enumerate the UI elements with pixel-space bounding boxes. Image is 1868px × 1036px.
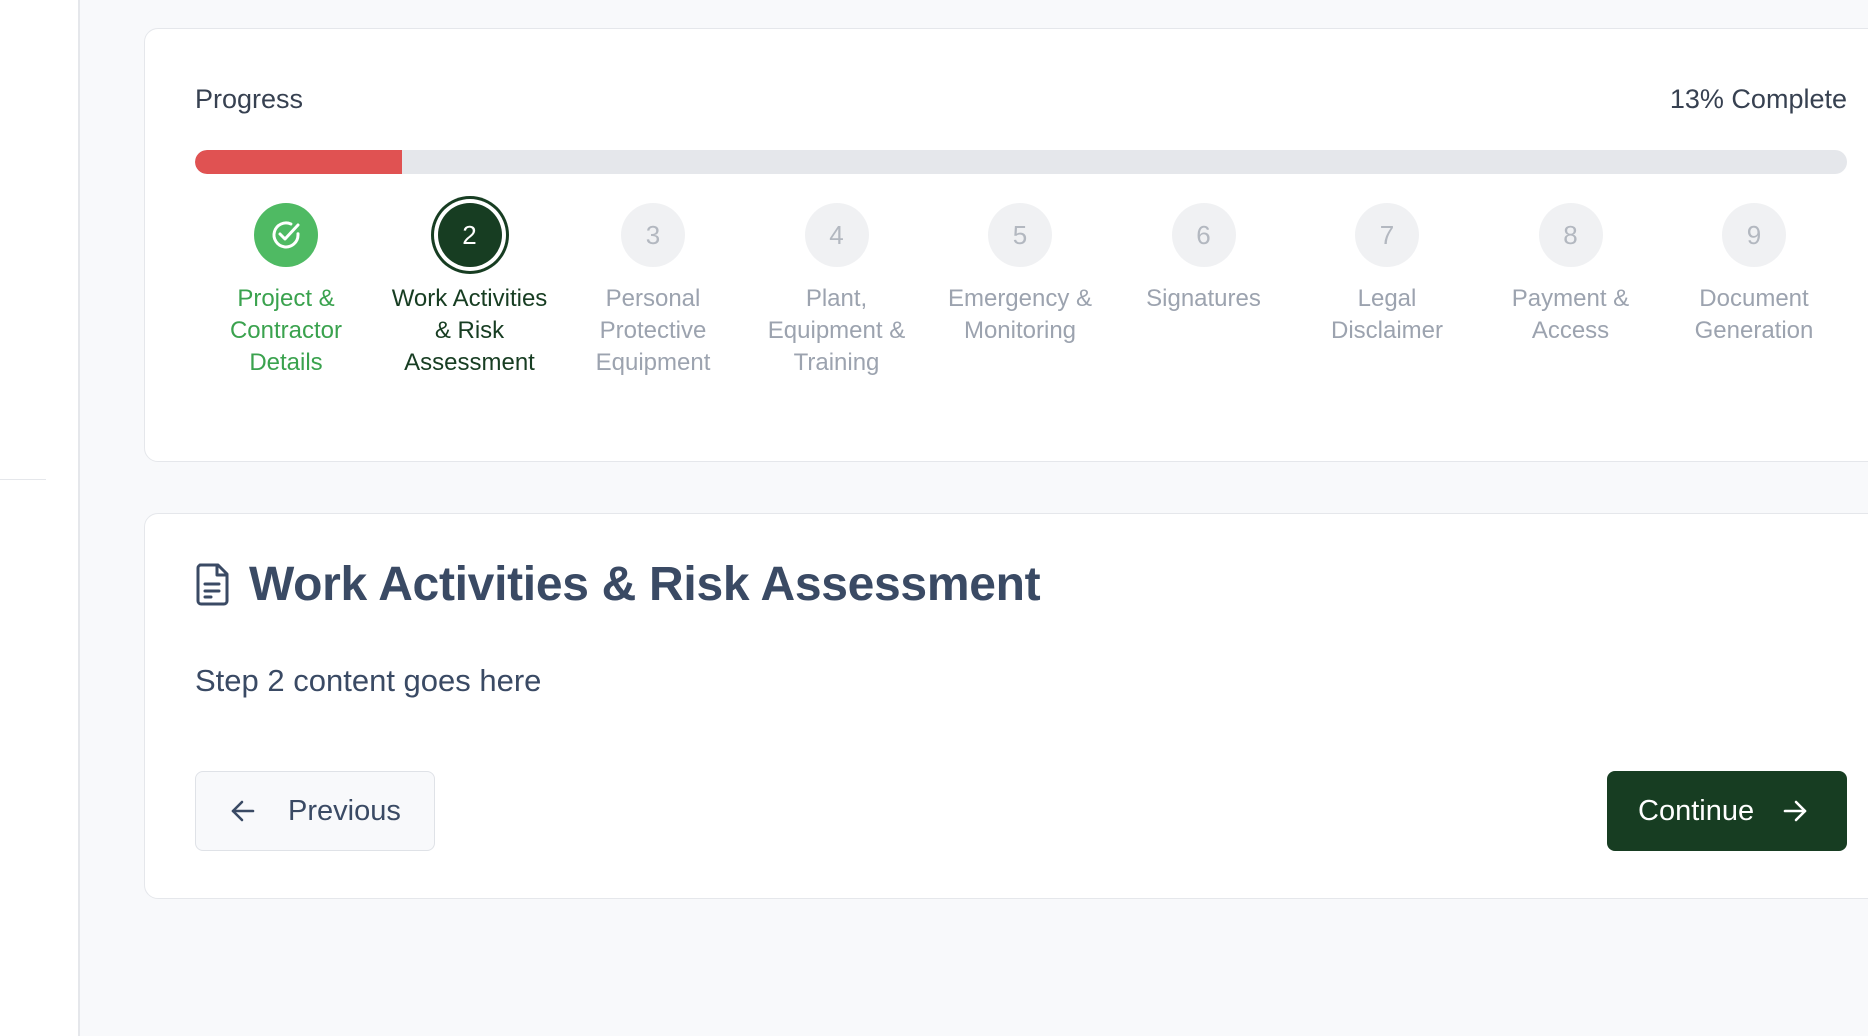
step-label: Work Activities & Risk Assessment: [391, 285, 548, 376]
step-label: Personal Protective Equipment: [595, 285, 711, 376]
step-number: 7: [1379, 219, 1395, 250]
step-indicator: 3: [621, 203, 685, 267]
arrow-left-icon: [230, 798, 256, 824]
step-7[interactable]: 7 Legal Disclaimer: [1299, 203, 1475, 347]
step-content-card: Work Activities & Risk Assessment Step 2…: [144, 513, 1868, 899]
step-indicator: [254, 203, 318, 267]
step-indicator: 8: [1538, 203, 1603, 267]
step-indicator: 7: [1355, 203, 1419, 267]
step-3[interactable]: 3 Personal Protective Equipment: [565, 203, 741, 379]
progress-card: Progress 13% Complete Project & Contract…: [144, 28, 1868, 462]
continue-button[interactable]: Continue: [1607, 771, 1847, 851]
stepper: Project & Contractor Details 2 Work Activi…: [195, 203, 1847, 443]
step-number: 2: [462, 219, 477, 250]
step-number: 9: [1746, 219, 1762, 250]
arrow-right-icon: [1782, 798, 1808, 824]
section-title: Work Activities & Risk Assessment: [249, 557, 1041, 611]
step-label: Payment & Access: [1511, 285, 1630, 344]
step-label: Signatures: [1146, 285, 1261, 312]
step-content-text: Step 2 content goes here: [195, 663, 542, 698]
step-1[interactable]: Project & Contractor Details: [198, 203, 374, 379]
step-9[interactable]: 9 Document Generation: [1666, 203, 1842, 347]
progress-bar-fill: [195, 150, 402, 174]
step-8[interactable]: 8 Payment & Access: [1483, 203, 1659, 347]
step-label: Emergency & Monitoring: [947, 285, 1093, 344]
progress-label: Progress: [195, 84, 304, 114]
step-indicator: 6: [1171, 203, 1236, 267]
document-icon: [195, 562, 231, 606]
step-2[interactable]: 2 Work Activities & Risk Assessment: [382, 203, 558, 379]
step-number: 4: [829, 219, 844, 250]
previous-button[interactable]: Previous: [195, 771, 435, 851]
step-indicator: 2: [437, 203, 502, 267]
step-indicator: 4: [804, 203, 869, 267]
continue-button-label: Continue: [1638, 794, 1755, 827]
progress-bar: [195, 150, 1847, 174]
step-label: Document Generation: [1694, 285, 1814, 344]
step-indicator: 5: [988, 203, 1052, 267]
step-number: 3: [645, 219, 661, 250]
step-number: 5: [1012, 219, 1028, 250]
previous-button-label: Previous: [288, 794, 401, 827]
step-label: Project & Contractor Details: [229, 285, 343, 376]
step-4[interactable]: 4 Plant, Equipment & Training: [749, 203, 925, 379]
check-circle-icon: [270, 219, 302, 251]
step-label: Legal Disclaimer: [1330, 285, 1443, 344]
step-5[interactable]: 5 Emergency & Monitoring: [932, 203, 1108, 347]
step-6[interactable]: 6 Signatures: [1116, 203, 1292, 315]
progress-percent: 13% Complete: [1669, 84, 1847, 114]
step-indicator: 9: [1722, 203, 1786, 267]
section-header: Work Activities & Risk Assessment: [195, 554, 1041, 614]
step-number: 8: [1563, 219, 1578, 250]
step-label: Plant, Equipment & Training: [767, 285, 906, 376]
sidebar-divider: [0, 479, 46, 480]
sidebar: [0, 0, 80, 1036]
step-number: 6: [1196, 219, 1211, 250]
